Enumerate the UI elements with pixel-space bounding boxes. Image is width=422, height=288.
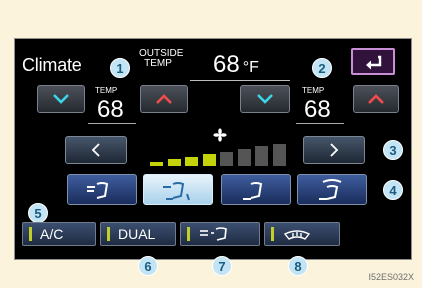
page-title: Climate (22, 55, 82, 75)
right-temp-label: TEMP (302, 86, 325, 95)
chevron-up-icon (156, 94, 172, 104)
callout-8: 8 (288, 256, 308, 276)
chevron-right-icon (330, 143, 339, 157)
chevron-down-icon (53, 94, 69, 104)
callout-5: 5 (28, 203, 48, 223)
figure: Climate OUTSIDE TEMP 68 °F 1 2 TEMP 68 TE… (0, 0, 422, 288)
fan-level-bar (272, 143, 286, 166)
chevron-up-icon (368, 94, 384, 104)
left-temp-up-button[interactable] (140, 85, 188, 113)
fan-level-bar (220, 151, 233, 166)
face-floor-vent-icon (163, 181, 190, 200)
outside-temp-label: OUTSIDE TEMP (139, 48, 184, 69)
dual-label: DUAL (118, 226, 156, 242)
fan-level-bar (185, 156, 198, 166)
defrost-indicator (271, 227, 274, 241)
callout-6: 6 (138, 256, 158, 276)
fan-level-bar (237, 149, 251, 166)
right-temp-down-button[interactable] (240, 85, 290, 113)
ac-indicator (29, 227, 32, 241)
fan-speed-down-button[interactable] (65, 136, 127, 164)
fan-speed-indicator (150, 142, 290, 166)
dual-button[interactable]: DUAL (100, 222, 176, 246)
fan-level-bar (255, 146, 268, 166)
right-temp-underline (296, 123, 344, 124)
back-button[interactable] (351, 48, 395, 75)
outside-temp-value: 68 °F (213, 51, 259, 79)
figure-code: I52ES032X (368, 272, 414, 282)
recirculation-indicator (187, 227, 190, 241)
chevron-down-icon (257, 94, 273, 104)
mode-floor-button[interactable] (221, 174, 291, 205)
dual-indicator (107, 227, 110, 241)
left-temp-underline (88, 123, 136, 124)
fan-level-bar (202, 154, 216, 166)
right-temp-up-button[interactable] (353, 85, 399, 113)
callout-4: 4 (383, 180, 403, 200)
floor-defrost-vent-icon (319, 178, 342, 200)
mode-face-button[interactable] (67, 174, 137, 205)
outside-temp-underline (190, 80, 290, 81)
left-temp-label: TEMP (95, 86, 118, 95)
callout-2: 2 (312, 58, 332, 78)
callout-1: 1 (110, 58, 130, 78)
recirculation-button[interactable] (180, 222, 260, 246)
fan-level-bar (167, 159, 181, 166)
left-temp-value: 68 (97, 96, 124, 123)
chevron-left-icon (91, 143, 100, 157)
windshield-defrost-button[interactable] (264, 222, 340, 246)
floor-vent-icon (243, 181, 263, 200)
right-temp-value: 68 (304, 96, 331, 123)
ac-label: A/C (40, 226, 64, 242)
callout-3: 3 (383, 140, 403, 160)
fan-level-bar (150, 162, 163, 166)
windshield-defrost-icon (283, 230, 311, 240)
mode-face-floor-button[interactable] (143, 174, 213, 205)
return-arrow-icon (366, 55, 382, 69)
left-temp-down-button[interactable] (37, 85, 85, 113)
mode-floor-defrost-button[interactable] (297, 174, 367, 205)
face-vent-icon (87, 181, 109, 199)
callout-7: 7 (212, 256, 232, 276)
outside-temp-unit: °F (242, 59, 259, 76)
fan-speed-up-button[interactable] (303, 136, 365, 164)
ac-button[interactable]: A/C (22, 222, 96, 246)
outside-temp-number: 68 (213, 51, 240, 78)
recirculation-icon (200, 227, 227, 241)
